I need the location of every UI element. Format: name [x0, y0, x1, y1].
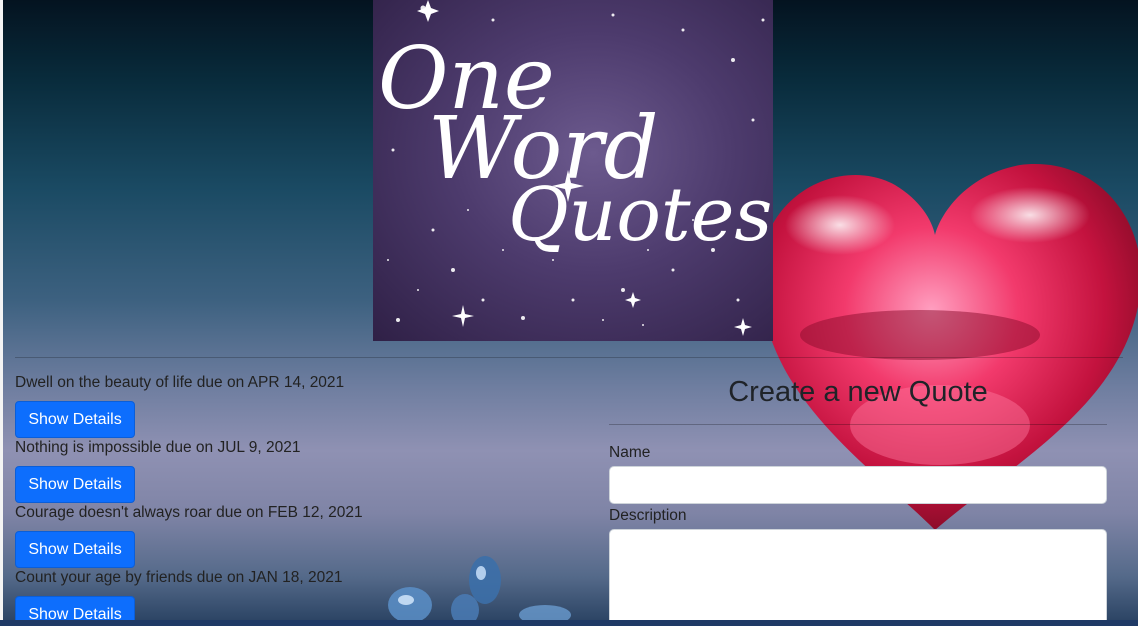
quote-text: Dwell on the beauty of life due on APR 1…	[15, 374, 345, 391]
show-details-button[interactable]: Show Details	[15, 466, 135, 503]
description-label: Description	[609, 507, 687, 524]
description-textarea[interactable]	[609, 529, 1107, 626]
quote-text: Count your age by friends due on JAN 18,…	[15, 569, 343, 586]
list-item: Courage doesn't always roar due on FEB 1…	[15, 502, 585, 568]
form-divider	[609, 424, 1107, 425]
create-quote-form: Create a new Quote Name Description	[609, 370, 1107, 626]
divider	[15, 357, 1123, 358]
bottom-edge	[0, 620, 1138, 626]
quote-text: Nothing is impossible due on JUL 9, 2021	[15, 439, 301, 456]
show-details-button[interactable]: Show Details	[15, 531, 135, 568]
logo-line-quotes: Quotes	[508, 172, 772, 258]
quote-list: Dwell on the beauty of life due on APR 1…	[15, 372, 585, 626]
one-word-quotes-logo: One Word Quotes	[373, 0, 773, 341]
name-label: Name	[609, 444, 651, 461]
name-input[interactable]	[609, 466, 1107, 504]
list-item: Nothing is impossible due on JUL 9, 2021…	[15, 437, 585, 503]
form-title: Create a new Quote	[728, 376, 988, 408]
list-item: Count your age by friends due on JAN 18,…	[15, 567, 585, 626]
quote-text: Courage doesn't always roar due on FEB 1…	[15, 504, 363, 521]
show-details-button[interactable]: Show Details	[15, 401, 135, 438]
page-edge	[0, 0, 3, 626]
list-item: Dwell on the beauty of life due on APR 1…	[15, 372, 585, 438]
